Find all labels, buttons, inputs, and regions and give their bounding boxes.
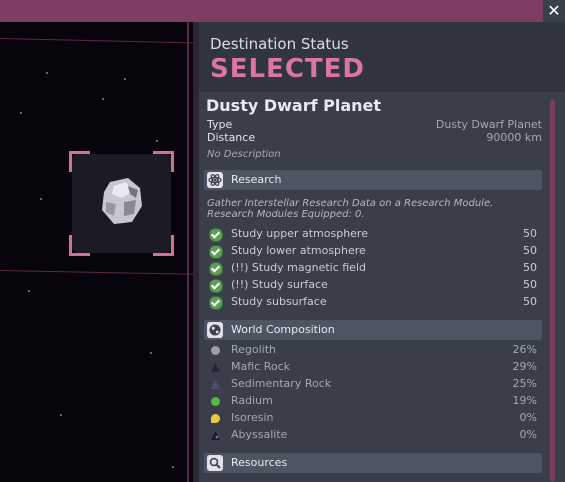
element-value: 0% (519, 428, 537, 441)
research-info: Gather Interstellar Research Data on a R… (207, 198, 494, 220)
selection-corner (153, 235, 174, 256)
star (40, 198, 42, 200)
element-label: Sedimentary Rock (231, 377, 332, 390)
globe-icon (207, 322, 223, 338)
task-value: 50 (523, 295, 537, 308)
composition-item: Abyssalite 0% (207, 428, 537, 445)
destination-status-label: Destination Status (210, 35, 349, 53)
task-label: (!!) Study surface (231, 278, 328, 291)
destination-panel: Destination Status SELECTED Dusty Dwarf … (199, 22, 565, 482)
destination-status-header: Destination Status SELECTED (199, 22, 565, 92)
radium-icon (211, 397, 220, 406)
isoresin-icon (211, 414, 220, 423)
property-label: Distance (207, 131, 256, 144)
research-task: Study upper atmosphere 50 (207, 227, 537, 244)
composition-item: Regolith 26% (207, 343, 537, 360)
element-label: Isoresin (231, 411, 274, 424)
composition-item: Isoresin 0% (207, 411, 537, 428)
check-icon (209, 296, 223, 310)
planet-name: Dusty Dwarf Planet (206, 96, 382, 115)
star (124, 78, 126, 80)
task-value: 50 (523, 227, 537, 240)
regolith-icon (211, 346, 220, 355)
check-icon (209, 245, 223, 259)
research-task: Study subsurface 50 (207, 295, 537, 312)
element-label: Regolith (231, 343, 277, 356)
panel-scrollbar[interactable] (550, 100, 555, 482)
task-value: 50 (523, 244, 537, 257)
abyssalite-icon (211, 431, 220, 440)
grid-line (187, 22, 189, 482)
composition-item: Sedimentary Rock 25% (207, 377, 537, 394)
atom-icon (207, 172, 223, 188)
grid-line (0, 38, 196, 44)
selected-planet-tile[interactable] (69, 151, 174, 256)
property-value: 90000 km (486, 131, 542, 144)
task-value: 50 (523, 261, 537, 274)
element-value: 0% (519, 411, 537, 424)
star (156, 140, 158, 142)
magnifier-icon (207, 455, 223, 471)
star (20, 112, 22, 114)
research-task: (!!) Study surface 50 (207, 278, 537, 295)
task-value: 50 (523, 278, 537, 291)
close-button[interactable]: ✕ (543, 0, 565, 22)
destination-status-value: SELECTED (210, 54, 365, 84)
star (60, 414, 62, 416)
star (172, 466, 174, 468)
star (28, 290, 30, 292)
task-label: Study subsurface (231, 295, 327, 308)
selection-corner (69, 235, 90, 256)
composition-section-header[interactable]: World Composition (204, 320, 542, 340)
property-distance: Distance 90000 km (207, 131, 542, 144)
element-value: 25% (512, 377, 537, 390)
sedimentary-rock-icon (211, 380, 220, 389)
planet-description: No Description (207, 149, 281, 160)
grid-line (0, 270, 196, 275)
task-label: Study upper atmosphere (231, 227, 368, 240)
check-icon (209, 279, 223, 293)
window-title-bar (0, 0, 565, 22)
element-value: 19% (512, 394, 537, 407)
research-task: Study lower atmosphere 50 (207, 244, 537, 261)
dwarf-planet-icon (102, 178, 142, 224)
selection-corner (69, 151, 90, 172)
element-label: Mafic Rock (231, 360, 291, 373)
check-icon (209, 228, 223, 242)
mafic-rock-icon (211, 363, 220, 372)
task-label: Study lower atmosphere (231, 244, 366, 257)
element-label: Abyssalite (231, 428, 288, 441)
element-value: 29% (512, 360, 537, 373)
resources-section-header[interactable]: Resources (204, 453, 542, 473)
research-task: (!!) Study magnetic field 50 (207, 261, 537, 278)
star (46, 72, 48, 74)
property-label: Type (207, 118, 233, 131)
research-section-header[interactable]: Research (204, 170, 542, 190)
resources-section-title: Resources (231, 456, 288, 469)
element-label: Radium (231, 394, 273, 407)
task-label: (!!) Study magnetic field (231, 261, 366, 274)
composition-item: Radium 19% (207, 394, 537, 411)
star (150, 352, 152, 354)
composition-item: Mafic Rock 29% (207, 360, 537, 377)
check-icon (209, 262, 223, 276)
composition-section-title: World Composition (231, 323, 335, 336)
starmap-view[interactable] (0, 22, 196, 482)
element-value: 26% (512, 343, 537, 356)
research-section-title: Research (231, 173, 282, 186)
star (102, 98, 104, 100)
selection-corner (153, 151, 174, 172)
property-type: Type Dusty Dwarf Planet (207, 118, 542, 131)
property-value: Dusty Dwarf Planet (435, 118, 542, 131)
